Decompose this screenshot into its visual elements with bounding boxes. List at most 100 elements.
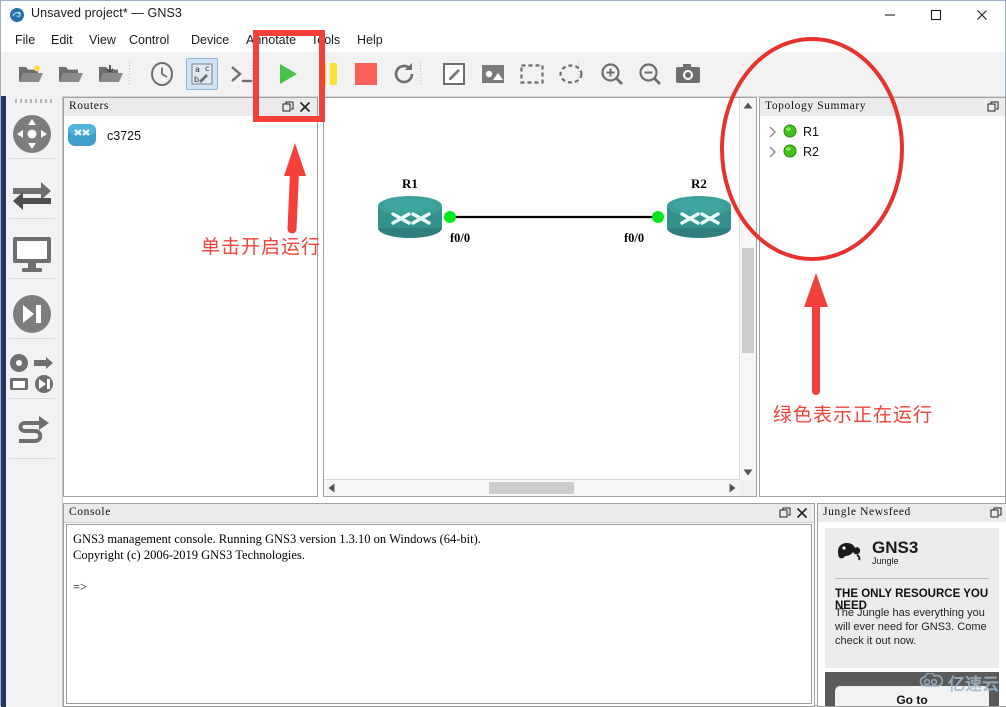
node-r2[interactable] [664,192,734,243]
zoom-out-button[interactable] [634,58,666,90]
routers-list: c3725 [64,116,317,496]
gns3-main-window: Unsaved project* — GNS3 File Edit View C… [0,0,1006,707]
float-icon[interactable] [986,100,1000,114]
device-separator [9,278,55,279]
menu-edit[interactable]: Edit [47,32,77,49]
show-hide-names-button[interactable]: a c b [186,58,218,90]
scroll-right-arrow[interactable] [724,480,740,496]
svg-text:c: c [205,64,209,73]
list-item[interactable]: c3725 [67,120,141,152]
window-title: Unsaved project* — GNS3 [31,6,182,20]
gns3-jungle-logo: GNS3 Jungle [835,538,918,567]
newsfeed-logo-subtitle: Jungle [872,556,899,566]
device-separator [9,338,55,339]
close-button[interactable] [959,1,1005,29]
browse-all-devices-button[interactable] [7,345,57,403]
newsfeed-title-bar: Jungle Newsfeed [818,504,1006,523]
node-label-r2: R2 [691,176,707,191]
console-title-bar: Console [64,504,814,523]
menu-annotate[interactable]: Annotate [242,32,300,49]
topology-node-label: R2 [803,145,819,159]
device-separator [9,218,55,219]
newsfeed-body-text: The Jungle has everything you will ever … [835,607,987,647]
toolbar-separator [420,62,421,86]
device-separator [9,398,55,399]
watermark-text: 亿速云 [948,675,999,695]
menu-view[interactable]: View [85,32,120,49]
router-device-icon [67,122,97,151]
topology-node-label: R1 [803,125,819,139]
open-project-button[interactable] [55,58,87,90]
link-r1-r2[interactable] [324,98,740,480]
scroll-up-arrow[interactable] [740,98,756,114]
snapshot-button[interactable] [146,58,178,90]
close-icon[interactable] [795,506,809,520]
vertical-scroll-thumb[interactable] [742,248,754,353]
interface-label-r2: f0/0 [624,231,645,245]
topology-summary-list: R1 R2 [760,116,1005,496]
menu-file[interactable]: File [11,32,39,49]
new-project-button[interactable] [15,58,47,90]
console-all-button[interactable] [226,58,258,90]
topology-summary-title-bar: Topology Summary [760,98,1005,117]
scroll-left-arrow[interactable] [324,480,340,496]
newsfeed-card[interactable]: GNS3 Jungle THE ONLY RESOURCE YOU NEED T… [825,528,999,668]
routers-panel-title-bar: Routers [64,98,317,117]
browse-end-devices-button[interactable] [7,225,57,283]
topology-canvas[interactable]: R1 f0/0 R2 f0/0 [324,98,740,480]
divider [835,578,989,579]
annotation-text-play: 单击开启运行 [201,236,322,258]
console-panel: Console GNS3 management console. Running… [63,503,815,707]
routers-panel: Routers c3725 [63,97,318,497]
horizontal-scroll-thumb[interactable] [489,482,574,494]
float-icon[interactable] [281,100,295,114]
status-indicator-running [783,144,797,161]
minimize-button[interactable] [867,1,913,29]
device-toolbar [1,96,63,707]
reload-all-button[interactable] [388,58,420,90]
float-icon[interactable] [989,506,1003,520]
browse-switches-button[interactable] [7,165,57,223]
browse-security-button[interactable] [7,285,57,343]
save-project-button[interactable] [95,58,127,90]
maximize-button[interactable] [913,1,959,29]
accent-edge [1,96,6,707]
chevron-right-icon[interactable] [768,146,777,158]
menu-device[interactable]: Device [187,32,233,49]
float-icon[interactable] [778,506,792,520]
device-separator [9,458,55,459]
browse-routers-button[interactable] [7,105,57,163]
chevron-right-icon[interactable] [768,126,777,138]
add-link-button[interactable] [7,405,57,463]
topology-canvas-panel: R1 f0/0 R2 f0/0 [323,97,757,497]
insert-image-button[interactable] [477,58,509,90]
canvas-horizontal-scrollbar[interactable] [324,479,740,496]
console-text: GNS3 management console. Running GNS3 ve… [73,532,481,594]
status-indicator-running [783,124,797,141]
scrollbar-corner [740,480,756,496]
cloud-icon [918,672,944,692]
title-bar: Unsaved project* — GNS3 [1,1,1005,29]
menu-tools[interactable]: Tools [307,32,344,49]
topology-node-r2[interactable]: R2 [768,142,819,162]
topology-node-r1[interactable]: R1 [768,122,819,142]
draw-ellipse-button[interactable] [555,58,587,90]
add-note-button[interactable] [438,58,470,90]
close-icon[interactable] [298,100,312,114]
menu-control[interactable]: Control [125,32,173,49]
scroll-down-arrow[interactable] [740,464,756,480]
screenshot-button[interactable] [672,58,704,90]
router-device-label: c3725 [107,129,142,143]
draw-rectangle-button[interactable] [516,58,548,90]
watermark: 亿速云 [918,670,999,695]
svg-text:b: b [194,75,199,84]
menu-help[interactable]: Help [353,32,387,49]
topology-summary-panel: Topology Summary R1 R2 [759,97,1006,497]
start-all-button[interactable] [272,58,304,90]
suspend-all-button[interactable] [312,58,344,90]
stop-all-button[interactable] [350,58,382,90]
console-output[interactable]: GNS3 management console. Running GNS3 ve… [66,524,812,704]
zoom-in-button[interactable] [596,58,628,90]
main-toolbar: a c b [1,52,1005,97]
canvas-vertical-scrollbar[interactable] [739,98,756,480]
